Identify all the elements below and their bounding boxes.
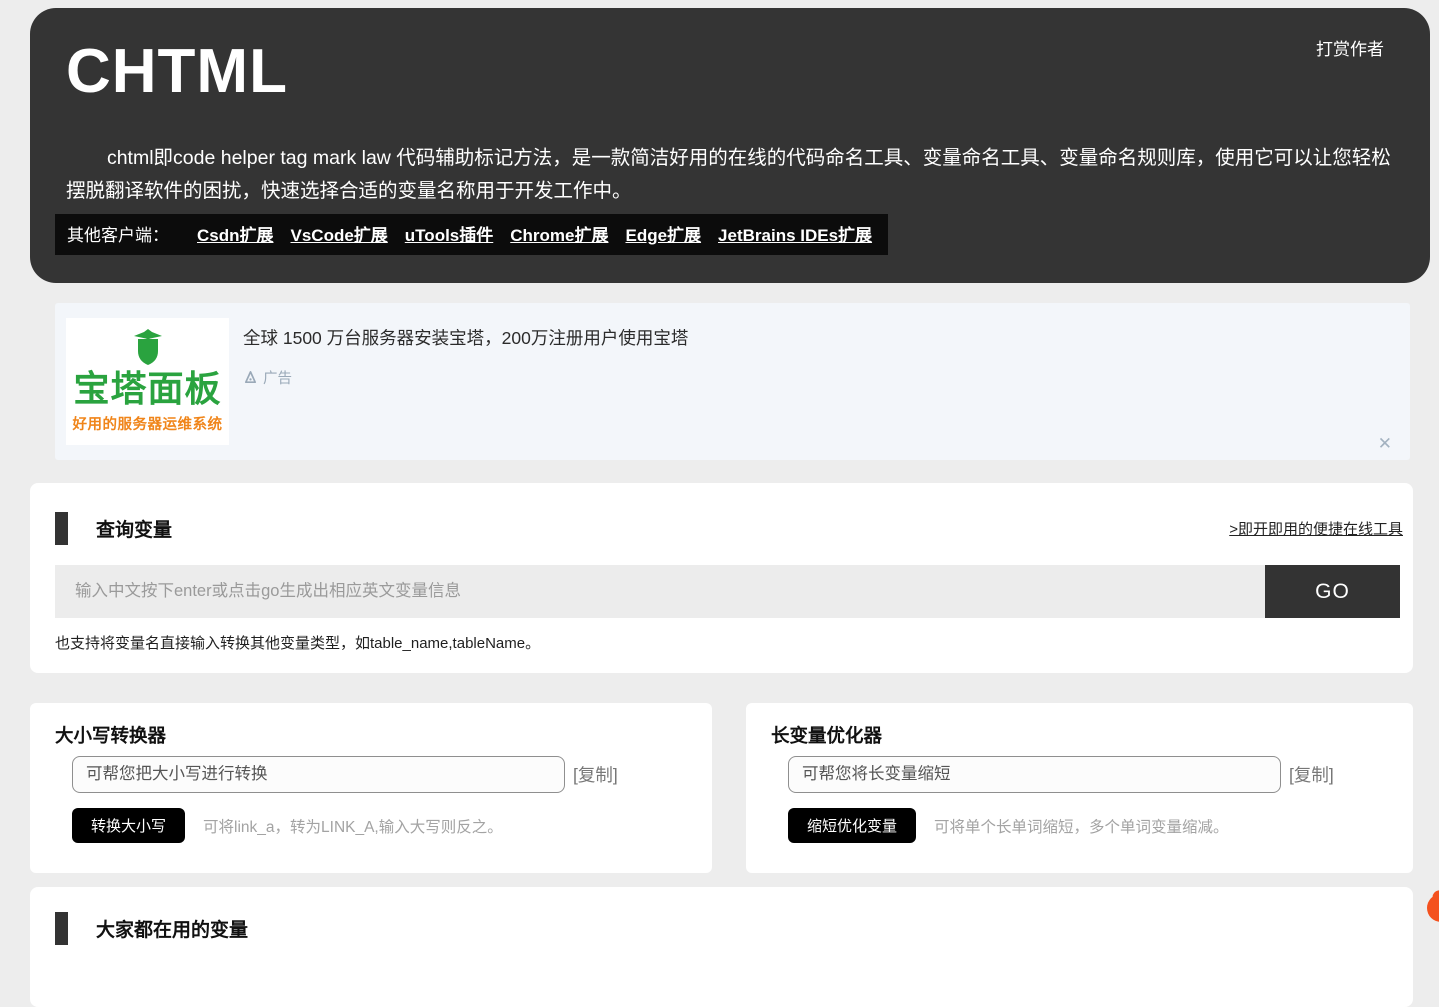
page-title: CHTML [66, 36, 288, 107]
ad-close-icon[interactable]: ✕ [1374, 431, 1396, 456]
query-input-row: GO [55, 565, 1400, 618]
popular-section-title: 大家都在用的变量 [96, 915, 248, 942]
case-converter-copy-link[interactable]: [复制] [573, 762, 618, 787]
shorten-variable-button[interactable]: 缩短优化变量 [788, 808, 916, 843]
donate-author-link[interactable]: 打赏作者 [1316, 35, 1384, 60]
section-accent-bar [55, 512, 68, 545]
floating-hot-badge-icon[interactable] [1427, 894, 1439, 922]
case-converter-hint: 可将link_a，转为LINK_A,输入大写则反之。 [203, 815, 503, 837]
section-accent-bar [55, 912, 68, 945]
clients-label: 其他客户端： [67, 221, 169, 246]
query-variable-card: 查询变量 >即开即用的便捷在线工具 GO 也支持将变量名直接输入转换其他变量类型… [30, 483, 1413, 673]
client-link-vscode[interactable]: VsCode扩展 [291, 221, 388, 246]
baota-logo-title: 宝塔面板 [73, 369, 221, 409]
query-section-head: 查询变量 [55, 512, 1403, 545]
ad-logo-image[interactable]: 宝塔面板 好用的服务器运维系统 [66, 318, 229, 445]
optimizer-card: 长变量优化器 [复制] 缩短优化变量 可将单个长单词缩短，多个单词变量缩减。 [746, 703, 1413, 873]
optimizer-action-row: 缩短优化变量 可将单个长单词缩短，多个单词变量缩减。 [788, 808, 1229, 843]
client-link-edge[interactable]: Edge扩展 [625, 221, 701, 246]
site-description: chtml即code helper tag mark law 代码辅助标记方法，… [66, 142, 1396, 208]
optimizer-input-row: [复制] [788, 756, 1334, 793]
go-button[interactable]: GO [1265, 565, 1400, 618]
optimizer-title: 长变量优化器 [771, 722, 882, 748]
query-section-title: 查询变量 [96, 515, 172, 542]
ad-headline[interactable]: 全球 1500 万台服务器安装宝塔，200万注册用户使用宝塔 [243, 325, 688, 350]
ad-label-row: 广告 [243, 367, 292, 388]
client-link-csdn[interactable]: Csdn扩展 [197, 221, 274, 246]
client-link-utools[interactable]: uTools插件 [405, 221, 493, 246]
client-link-chrome[interactable]: Chrome扩展 [510, 221, 608, 246]
adchoices-icon[interactable] [243, 370, 258, 385]
case-converter-card: 大小写转换器 [复制] 转换大小写 可将link_a，转为LINK_A,输入大写… [30, 703, 712, 873]
optimizer-copy-link[interactable]: [复制] [1289, 762, 1334, 787]
case-converter-title: 大小写转换器 [55, 722, 166, 748]
convert-case-button[interactable]: 转换大小写 [72, 808, 185, 843]
online-tools-link[interactable]: >即开即用的便捷在线工具 [1229, 518, 1403, 539]
query-hint: 也支持将变量名直接输入转换其他变量类型，如table_name,tableNam… [55, 632, 540, 653]
query-head: 查询变量 >即开即用的便捷在线工具 [55, 512, 1403, 545]
case-converter-input-row: [复制] [72, 756, 618, 793]
popular-section-head: 大家都在用的变量 [55, 912, 248, 945]
client-link-jetbrains[interactable]: JetBrains IDEs扩展 [718, 221, 872, 246]
baota-shield-icon [131, 329, 165, 365]
optimizer-hint: 可将单个长单词缩短，多个单词变量缩减。 [934, 815, 1229, 837]
case-converter-input[interactable] [72, 756, 565, 793]
baota-logo-subtitle: 好用的服务器运维系统 [73, 413, 223, 434]
ad-banner[interactable]: 宝塔面板 好用的服务器运维系统 全球 1500 万台服务器安装宝塔，200万注册… [55, 303, 1410, 460]
page: { "header": { "title": "CHTML", "donate_… [0, 0, 1439, 934]
ad-label: 广告 [263, 367, 292, 388]
query-input[interactable] [55, 565, 1265, 618]
site-header: 打赏作者 CHTML chtml即code helper tag mark la… [30, 8, 1430, 283]
optimizer-input[interactable] [788, 756, 1281, 793]
case-converter-action-row: 转换大小写 可将link_a，转为LINK_A,输入大写则反之。 [72, 808, 503, 843]
popular-variables-card: 大家都在用的变量 [30, 887, 1413, 1007]
clients-bar: 其他客户端： Csdn扩展 VsCode扩展 uTools插件 Chrome扩展… [55, 214, 888, 255]
